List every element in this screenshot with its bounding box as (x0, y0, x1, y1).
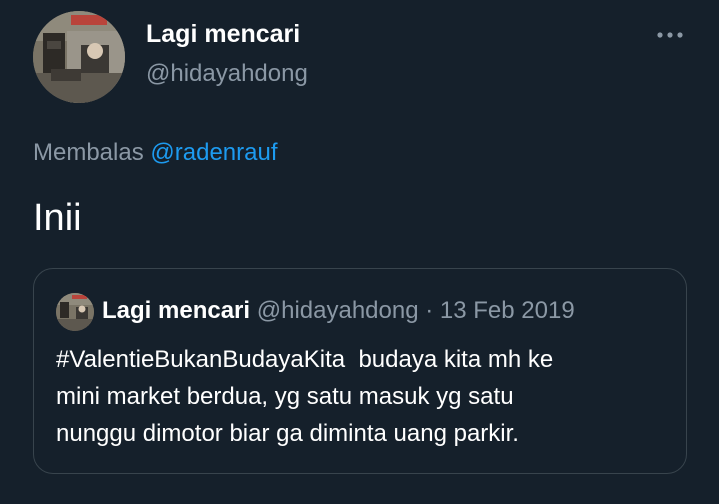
tweet: Lagi mencari @hidayahdong Membalas @rade… (0, 0, 719, 504)
tweet-text: Inii (33, 197, 82, 239)
avatar-photo (33, 11, 125, 103)
quoted-handle: @hidayahdong (256, 297, 419, 324)
quoted-tweet-header: Lagi mencari @hidayahdong · 13 Feb 2019 (102, 297, 575, 325)
replying-to-label: Membalas (33, 139, 144, 166)
quoted-tweet-text: #ValentieBukanBudayaKita budaya kita mh … (56, 346, 554, 447)
quoted-avatar-photo (56, 293, 94, 331)
author-avatar[interactable] (33, 11, 125, 103)
quoted-author-avatar (56, 293, 94, 331)
quoted-tweet-card[interactable]: Lagi mencari @hidayahdong · 13 Feb 2019 … (33, 268, 687, 474)
quoted-display-name: Lagi mencari (102, 297, 251, 324)
replying-to-mention-link[interactable]: @radenrauf (150, 139, 277, 166)
more-options-button[interactable] (650, 20, 690, 50)
quoted-separator: · (425, 297, 434, 324)
replying-to: Membalas @radenrauf (33, 139, 278, 167)
more-horizontal-icon (657, 32, 683, 38)
author-handle[interactable]: @hidayahdong (146, 60, 308, 88)
quoted-date: 13 Feb 2019 (439, 297, 575, 324)
author-display-name[interactable]: Lagi mencari (146, 20, 300, 49)
